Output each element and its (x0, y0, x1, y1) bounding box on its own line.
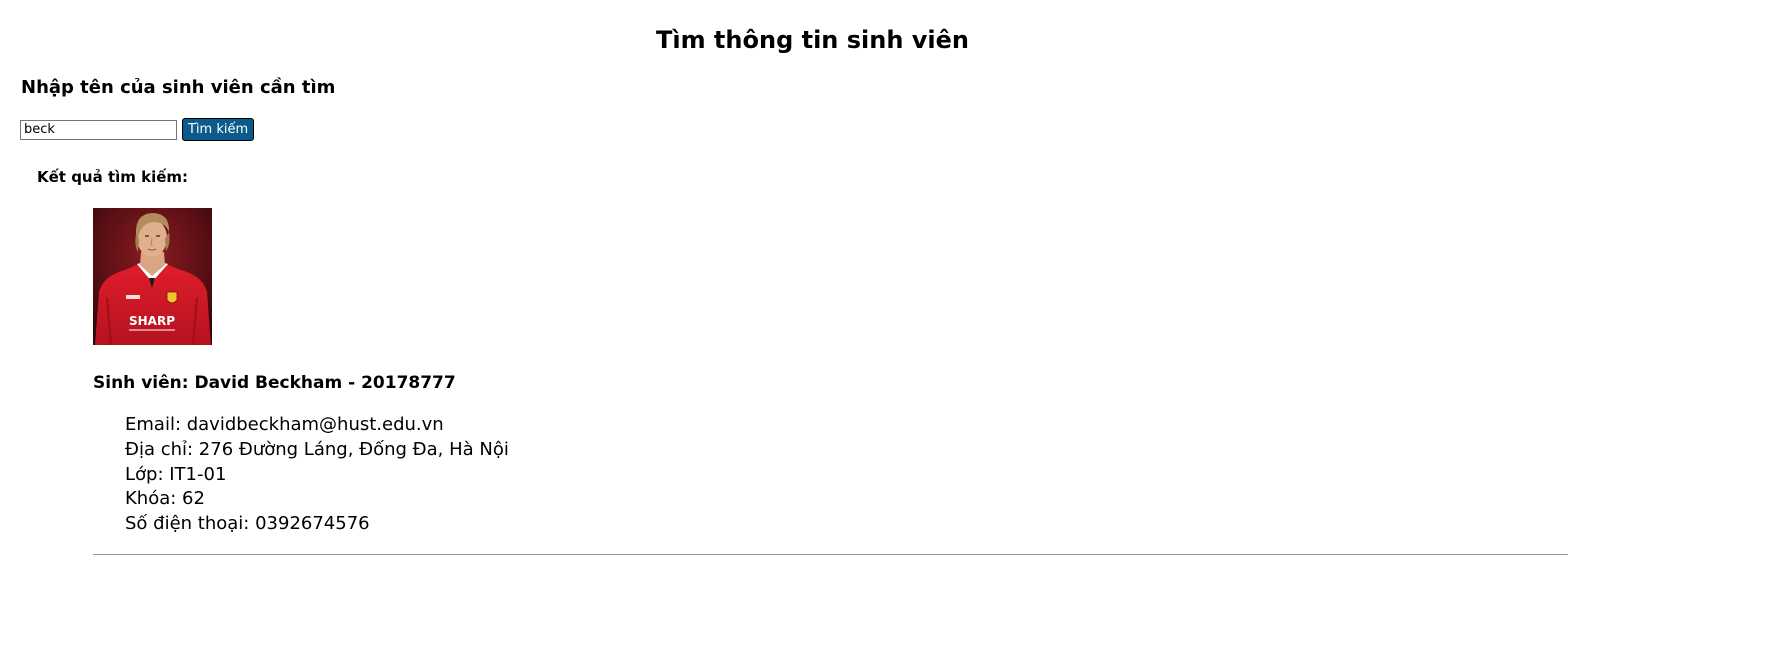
search-form: Tìm kiếm (20, 118, 255, 141)
student-class: Lớp: IT1-01 (125, 463, 227, 485)
student-details: Email: davidbeckham@hust.edu.vn Địa chỉ:… (125, 413, 1568, 537)
results-label: Kết quả tìm kiếm: (37, 168, 189, 186)
search-heading: Nhập tên của sinh viên cần tìm (21, 77, 336, 98)
student-address: Địa chỉ: 276 Đường Láng, Đống Đa, Hà Nội (125, 438, 509, 460)
search-button[interactable]: Tìm kiếm (182, 118, 255, 141)
student-cohort: Khóa: 62 (125, 488, 205, 510)
page-title: Tìm thông tin sinh viên (655, 26, 970, 54)
student-photo: SHARP (93, 208, 212, 345)
jersey-sponsor-text: SHARP (129, 314, 175, 328)
student-heading: Sinh viên: David Beckham - 20178777 (93, 373, 456, 393)
search-input[interactable] (20, 119, 177, 140)
result-divider (93, 553, 1568, 555)
student-email: Email: davidbeckham@hust.edu.vn (125, 414, 444, 435)
result-item: SHARP Sinh viên: David Beckham - 2017877… (93, 208, 1568, 563)
page: Tìm thông tin sinh viên Nhập tên của sin… (0, 0, 1773, 652)
student-phone: Số điện thoại: 0392674576 (125, 513, 370, 534)
